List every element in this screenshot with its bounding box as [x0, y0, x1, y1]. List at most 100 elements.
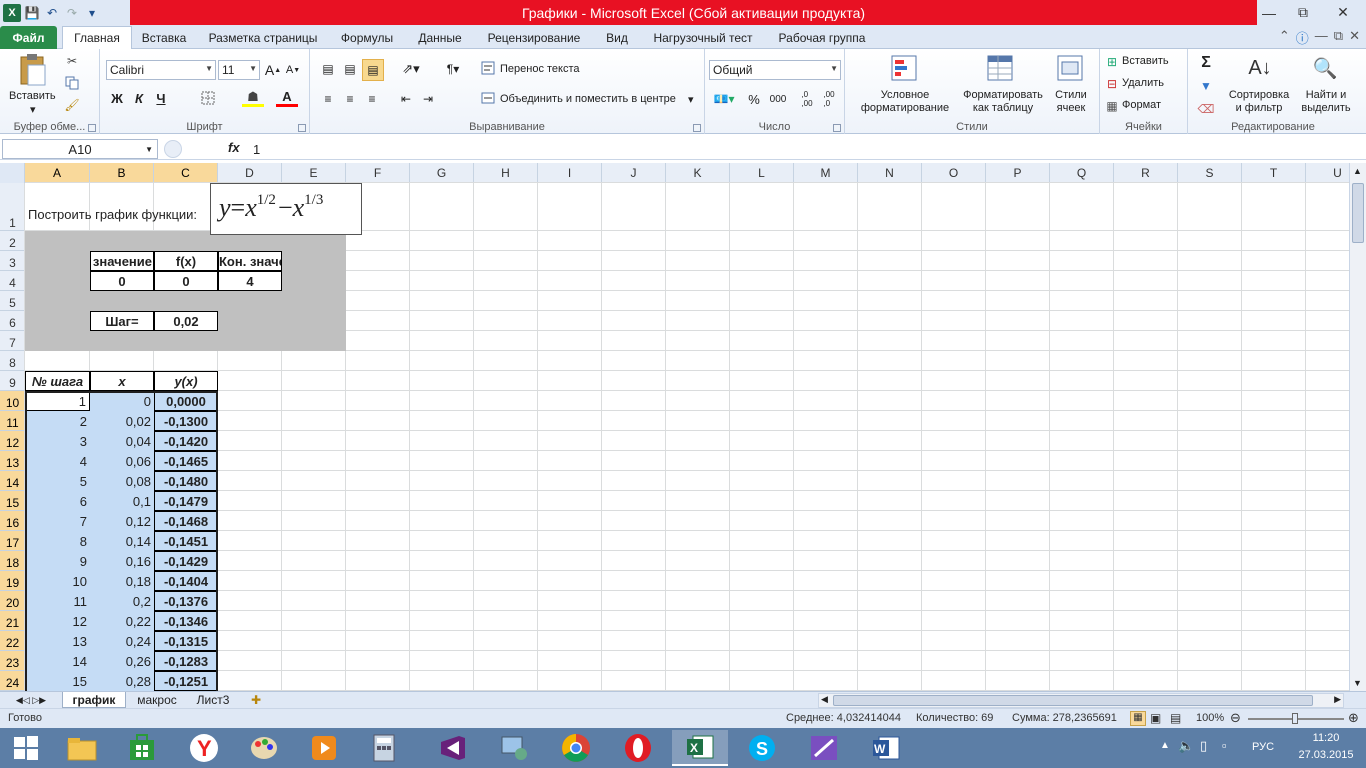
tab-home[interactable]: Главная [62, 26, 132, 49]
row-header-5[interactable]: 5 [0, 291, 25, 311]
delete-cells-icon[interactable]: ⊟ [1104, 76, 1120, 92]
align-right-icon[interactable]: ≡ [362, 89, 382, 109]
row-header-23[interactable]: 23 [0, 651, 25, 671]
alignment-launcher-icon[interactable] [693, 124, 701, 132]
column-header-c[interactable]: C [154, 163, 218, 183]
column-header-u[interactable]: U [1306, 163, 1349, 183]
row-header-22[interactable]: 22 [0, 631, 25, 651]
row-header-14[interactable]: 14 [0, 471, 25, 491]
borders-icon[interactable] [198, 89, 218, 107]
cell-styles-icon[interactable] [1055, 53, 1085, 83]
number-format-combo[interactable]: Общий ▼ [709, 60, 841, 80]
cut-icon[interactable]: ✂ [64, 53, 80, 69]
vertical-scrollbar[interactable]: ▲ ▼ [1349, 163, 1366, 691]
network-settings-icon[interactable] [486, 730, 542, 766]
y-value-cell[interactable]: -0,1429 [154, 551, 218, 571]
end-value-cell[interactable]: 4 [218, 271, 282, 291]
format-as-table-icon[interactable] [985, 53, 1015, 83]
opera-icon[interactable] [610, 730, 666, 766]
font-launcher-icon[interactable] [298, 124, 306, 132]
cell-grid[interactable]: Построить график функции:y=x1/2−x1/3Нач.… [24, 182, 1349, 691]
row-header-15[interactable]: 15 [0, 491, 25, 511]
scroll-up-icon[interactable]: ▲ [1353, 166, 1362, 176]
page-layout-view-icon[interactable]: ▣ [1150, 711, 1161, 725]
start-button[interactable] [0, 730, 52, 766]
row-header-24[interactable]: 24 [0, 671, 25, 691]
y-value-cell[interactable]: -0,1315 [154, 631, 218, 651]
italic-button[interactable]: К [130, 89, 148, 107]
percent-style-button[interactable]: % [745, 89, 763, 109]
excel-logo-icon[interactable]: X [3, 3, 21, 22]
cell-styles-label[interactable]: Стили ячеек [1049, 89, 1093, 115]
start-value-cell[interactable]: 0 [90, 271, 154, 291]
conditional-formatting-label[interactable]: Условное форматирование [853, 89, 957, 115]
row-header-21[interactable]: 21 [0, 611, 25, 631]
align-left-icon[interactable]: ≡ [318, 89, 338, 109]
y-value-cell[interactable]: -0,1465 [154, 451, 218, 471]
minimize-button[interactable]: — [1252, 0, 1286, 25]
restore-button[interactable]: ⧉ [1286, 0, 1320, 25]
delete-cells-label[interactable]: Удалить [1122, 77, 1164, 89]
parameter-block-background[interactable] [25, 231, 346, 351]
underline-button[interactable]: Ч [152, 89, 170, 107]
tab-view[interactable]: Вид [596, 26, 638, 49]
chrome-icon[interactable] [548, 730, 604, 766]
decrease-decimal-button[interactable]: ,00,0 [819, 89, 839, 109]
step-number-cell[interactable]: 1 [25, 391, 90, 411]
normal-view-icon[interactable]: ▦ [1130, 711, 1146, 726]
comma-style-button[interactable]: 000 [767, 89, 789, 109]
clock-date[interactable]: 27.03.2015 [1296, 749, 1356, 761]
x-value-cell[interactable]: 0,2 [90, 591, 154, 611]
y-value-cell[interactable]: -0,1346 [154, 611, 218, 631]
step-number-cell[interactable]: 9 [25, 551, 90, 571]
row-header-11[interactable]: 11 [0, 411, 25, 431]
tab-insert[interactable]: Вставка [134, 26, 194, 49]
visual-studio-icon[interactable] [424, 730, 480, 766]
row-header-9[interactable]: 9 [0, 371, 25, 391]
find-select-icon[interactable]: 🔍 [1310, 53, 1340, 83]
copy-icon[interactable] [64, 75, 80, 91]
help-icon[interactable]: ⓘ [1296, 28, 1309, 47]
worksheet[interactable]: ABCDEFGHIJKLMNOPQRSTU 1 2 3 4 5 6 7 8 9 10 11 12 13 1… [0, 163, 1349, 691]
tab-review[interactable]: Рецензирование [478, 26, 590, 49]
zoom-slider-handle[interactable] [1292, 713, 1298, 724]
row-header-2[interactable]: 2 [0, 231, 25, 251]
x-value-cell[interactable]: 0,18 [90, 571, 154, 591]
row-header-17[interactable]: 17 [0, 531, 25, 551]
zoom-level[interactable]: 100% [1196, 712, 1224, 724]
tab-formulas[interactable]: Формулы [332, 26, 402, 49]
y-value-cell[interactable]: -0,1404 [154, 571, 218, 591]
step-number-header[interactable]: № шага [25, 371, 90, 391]
sheet-tab-makros[interactable]: макрос [128, 692, 186, 708]
undo-icon[interactable]: ↶ [43, 3, 61, 23]
column-header-t[interactable]: T [1242, 163, 1306, 183]
ribbon-minimize-icon[interactable]: ⌃ [1279, 28, 1290, 47]
row-header-7[interactable]: 7 [0, 331, 25, 351]
column-header-j[interactable]: J [602, 163, 666, 183]
start-value-header[interactable]: Нач. значение [90, 251, 154, 271]
autosum-button[interactable]: Σ [1196, 53, 1216, 73]
bold-button[interactable]: Ж [108, 89, 126, 107]
calculator-icon[interactable] [356, 730, 412, 766]
new-sheet-icon[interactable]: ✚ [244, 692, 268, 708]
column-header-i[interactable]: I [538, 163, 602, 183]
row-header-19[interactable]: 19 [0, 571, 25, 591]
increase-decimal-button[interactable]: ,0,00 [797, 89, 817, 109]
tab-workgroup[interactable]: Рабочая группа [768, 26, 876, 49]
step-number-cell[interactable]: 7 [25, 511, 90, 531]
step-label-cell[interactable]: Шаг= [90, 311, 154, 331]
qat-customize-icon[interactable]: ▾ [83, 3, 101, 23]
page-break-view-icon[interactable]: ▤ [1170, 711, 1181, 725]
y-value-cell[interactable]: -0,1300 [154, 411, 218, 431]
tray-show-hidden-icon[interactable]: ▲ [1160, 740, 1170, 751]
merge-dropdown-icon[interactable]: ▾ [688, 93, 694, 106]
word-icon[interactable]: W [858, 730, 914, 766]
tab-file[interactable]: Файл [0, 26, 57, 49]
x-value-cell[interactable]: 0,06 [90, 451, 154, 471]
x-value-cell[interactable]: 0,14 [90, 531, 154, 551]
step-number-cell[interactable]: 8 [25, 531, 90, 551]
clipboard-launcher-icon[interactable] [88, 124, 96, 132]
sheet-nav-icons[interactable]: ◀◁ ▷▶ [4, 692, 58, 708]
sheet-tab-grafik[interactable]: график [62, 692, 126, 708]
step-number-cell[interactable]: 12 [25, 611, 90, 631]
